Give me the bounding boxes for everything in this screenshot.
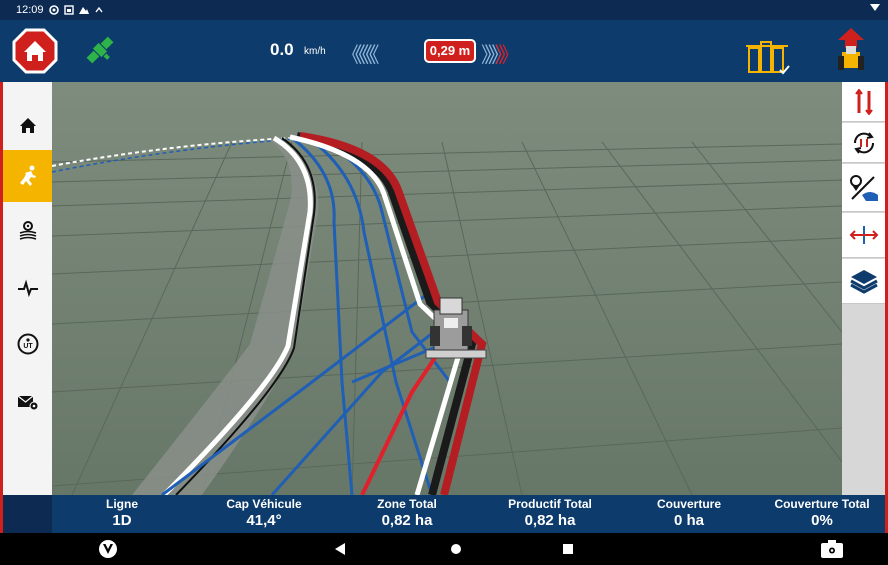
back-icon[interactable] [334,543,346,555]
sidebar-item-messages[interactable] [3,376,52,428]
location-icon [48,5,59,15]
map-pin-icon [849,174,878,201]
screenshot-icon [63,5,74,15]
brand-logo-icon[interactable] [98,539,118,559]
stat-cap-vehicule: Cap Véhicule 41,4° [194,497,334,529]
stat-label: Couverture [656,497,721,511]
sidebar-item-diagnostics[interactable] [3,262,52,314]
vehicle-icon[interactable] [830,26,872,76]
stat-ligne: Ligne 1D [52,497,192,529]
layers-icon [849,270,878,294]
satellite-icon[interactable] [82,32,118,68]
sidebar-item-settings[interactable] [3,204,52,256]
mail-settings-icon [17,395,38,411]
clock: 12:09 [16,4,44,16]
stat-label: Productif Total [508,497,592,511]
switch-line-button[interactable] [842,82,885,122]
sidebar-item-guidance[interactable] [3,150,52,202]
stat-productif-total: Productif Total 0,82 ha [480,497,620,529]
running-icon [19,165,36,186]
field-3d-view [52,82,842,495]
stat-value: 41,4° [246,512,282,529]
sidebar-item-isobus-ut[interactable]: UT [3,318,52,370]
stat-label: Couverture Total [774,497,870,511]
universal-terminal-icon: UT [17,333,38,355]
stat-value: 0 ha [673,512,704,529]
speed-value: 0.0 [270,40,294,59]
top-header: 0.0 km/h 《《《《《《 0,29 m 》》》》》》 [0,20,888,82]
lightbar-right-warning: 》》 [495,43,519,67]
point-marker-button[interactable] [842,164,885,212]
stat-couverture-total: Couverture Total 0% [759,497,885,529]
sync-icon [94,6,103,13]
implement-icon[interactable] [744,36,792,78]
home-stop-button[interactable] [12,28,58,74]
lightbar-right: 》》》》》》 [481,39,519,69]
stat-label: Zone Total [377,497,437,511]
svg-text:UT: UT [23,343,33,350]
lightbar-right-neutral: 》》》》 [481,43,502,67]
stat-zone-total: Zone Total 0,82 ha [337,497,477,529]
field-settings-icon [19,221,36,240]
cycle-line-button[interactable] [842,123,885,163]
dropdown-icon [870,4,880,11]
guidance-map[interactable] [52,82,842,495]
stat-value: 0% [811,512,833,529]
right-sidebar [842,82,885,495]
home-nav-icon[interactable] [450,543,462,555]
stat-value: 0,82 ha [524,512,576,529]
sidebar-item-home[interactable] [3,100,52,152]
cross-track-offset: 0,29 m [424,39,476,63]
camera-icon[interactable] [820,539,844,559]
home-icon [19,118,36,133]
cycle-icon [853,131,874,154]
heartbeat-icon [17,279,38,297]
status-bar: 12:09 [0,0,888,20]
offset-line-button[interactable] [842,213,885,258]
lightbar-left: 《《《《《《 [341,43,379,67]
layers-button[interactable] [842,259,885,304]
system-nav-bar [0,533,888,565]
recents-icon[interactable] [562,543,574,555]
stat-value: 1D [112,512,132,529]
stat-label: Cap Véhicule [226,497,302,511]
stat-couverture: Couverture 0 ha [619,497,759,529]
stat-value: 0,82 ha [381,512,433,529]
mountain-icon [78,7,89,14]
offset-arrows-icon [849,226,878,244]
speed-unit: km/h [304,46,326,57]
stat-label: Ligne [106,497,138,511]
stats-bar: Ligne 1D Cap Véhicule 41,4° Zone Total 0… [52,495,885,533]
swap-lines-icon [854,88,873,115]
left-sidebar: UT [3,82,52,495]
